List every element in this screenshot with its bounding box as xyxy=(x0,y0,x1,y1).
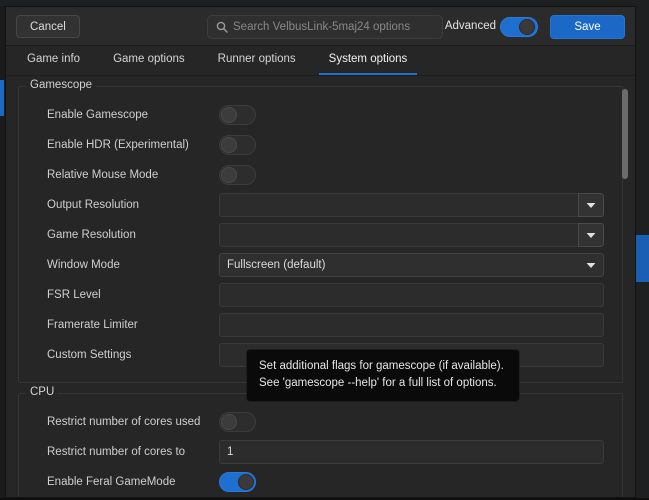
options-scroll-area[interactable]: Gamescope Enable Gamescope Enable HDR (E… xyxy=(6,76,635,497)
output-resolution-dropdown-button[interactable] xyxy=(578,193,604,217)
row-window-mode: Window Mode Fullscreen (default) xyxy=(29,250,612,280)
desktop-left-accent xyxy=(0,80,4,116)
combo-window-mode[interactable]: Fullscreen (default) xyxy=(219,253,604,277)
control-restrict-cores-used xyxy=(219,412,612,432)
search-input[interactable] xyxy=(233,17,434,37)
fsr-level-input[interactable] xyxy=(219,283,604,307)
framerate-limiter-input[interactable] xyxy=(219,313,604,337)
chevron-down-icon xyxy=(586,196,596,214)
game-resolution-dropdown-button[interactable] xyxy=(578,223,604,247)
desktop-right-accent xyxy=(636,235,649,282)
control-relative-mouse-mode xyxy=(219,165,612,185)
label-window-mode: Window Mode xyxy=(47,259,120,271)
toggle-restrict-cores-used[interactable] xyxy=(219,412,256,432)
toggle-knob xyxy=(221,167,237,183)
row-output-resolution: Output Resolution xyxy=(29,190,612,220)
dialog-header-bar: Cancel Advanced Save xyxy=(6,7,635,46)
save-button[interactable]: Save xyxy=(550,15,625,39)
row-enable-gamescope: Enable Gamescope xyxy=(29,100,612,130)
label-restrict-cores-used: Restrict number of cores used xyxy=(47,416,201,428)
advanced-label: Advanced xyxy=(444,20,496,32)
row-restrict-cores-to: Restrict number of cores to xyxy=(29,437,612,467)
toggle-knob xyxy=(238,474,254,490)
advanced-toggle-knob xyxy=(519,19,535,35)
label-relative-mouse-mode: Relative Mouse Mode xyxy=(47,169,159,181)
options-content: Gamescope Enable Gamescope Enable HDR (E… xyxy=(6,79,635,497)
toggle-enable-gamescope[interactable] xyxy=(219,105,256,125)
control-framerate-limiter xyxy=(219,313,612,337)
tab-runner-options[interactable]: Runner options xyxy=(208,46,306,75)
control-custom-settings xyxy=(219,343,612,367)
output-resolution-input[interactable] xyxy=(219,193,578,217)
tab-game-info[interactable]: Game info xyxy=(17,46,90,75)
section-gamescope: Gamescope Enable Gamescope Enable HDR (E… xyxy=(18,79,623,383)
row-restrict-cores-used: Restrict number of cores used xyxy=(29,407,612,437)
tab-game-options[interactable]: Game options xyxy=(103,46,195,75)
row-enable-feral-gamemode: Enable Feral GameMode xyxy=(29,467,612,497)
section-gamescope-title: Gamescope xyxy=(26,79,97,91)
control-fsr-level xyxy=(219,283,612,307)
control-window-mode: Fullscreen (default) xyxy=(219,253,612,277)
custom-settings-input[interactable] xyxy=(219,343,604,367)
toggle-enable-hdr[interactable] xyxy=(219,135,256,155)
combo-output-resolution[interactable] xyxy=(219,193,604,217)
search-box[interactable] xyxy=(207,15,443,39)
toggle-enable-feral-gamemode[interactable] xyxy=(219,472,256,492)
label-framerate-limiter: Framerate Limiter xyxy=(47,319,138,331)
control-game-resolution xyxy=(219,223,612,247)
toggle-relative-mouse-mode[interactable] xyxy=(219,165,256,185)
search-icon xyxy=(216,21,228,33)
tab-bar: Game info Game options Runner options Sy… xyxy=(6,46,635,76)
vertical-scrollbar-track[interactable] xyxy=(622,76,632,497)
row-game-resolution: Game Resolution xyxy=(29,220,612,250)
control-enable-hdr xyxy=(219,135,612,155)
advanced-toggle[interactable] xyxy=(500,17,538,37)
chevron-down-icon xyxy=(586,226,596,244)
cancel-button[interactable]: Cancel xyxy=(16,15,80,38)
label-custom-settings: Custom Settings xyxy=(47,349,132,361)
label-fsr-level: FSR Level xyxy=(47,289,101,301)
toggle-knob xyxy=(221,414,237,430)
vertical-scrollbar-thumb[interactable] xyxy=(622,89,628,179)
control-enable-gamescope xyxy=(219,105,612,125)
control-restrict-cores-to xyxy=(219,440,612,464)
row-fsr-level: FSR Level xyxy=(29,280,612,310)
row-custom-settings: Custom Settings xyxy=(29,340,612,370)
row-enable-hdr: Enable HDR (Experimental) xyxy=(29,130,612,160)
tab-system-options[interactable]: System options xyxy=(318,46,418,75)
screen-root: Cancel Advanced Save Game info Game opti… xyxy=(0,0,649,500)
control-output-resolution xyxy=(219,193,612,217)
chevron-down-icon xyxy=(586,262,596,269)
control-enable-feral-gamemode xyxy=(219,472,612,492)
combo-game-resolution[interactable] xyxy=(219,223,604,247)
section-cpu: CPU Restrict number of cores used Restri… xyxy=(18,386,623,497)
label-restrict-cores-to: Restrict number of cores to xyxy=(47,446,186,458)
label-output-resolution: Output Resolution xyxy=(47,199,140,211)
section-cpu-title: CPU xyxy=(26,386,59,398)
restrict-cores-to-input[interactable] xyxy=(219,440,604,464)
toggle-knob xyxy=(221,107,237,123)
label-enable-hdr: Enable HDR (Experimental) xyxy=(47,139,189,151)
label-game-resolution: Game Resolution xyxy=(47,229,136,241)
row-relative-mouse-mode: Relative Mouse Mode xyxy=(29,160,612,190)
row-framerate-limiter: Framerate Limiter xyxy=(29,310,612,340)
game-resolution-input[interactable] xyxy=(219,223,578,247)
toggle-knob xyxy=(221,137,237,153)
label-enable-gamescope: Enable Gamescope xyxy=(47,109,149,121)
window-mode-value: Fullscreen (default) xyxy=(227,259,326,271)
label-enable-feral-gamemode: Enable Feral GameMode xyxy=(47,476,176,488)
options-dialog: Cancel Advanced Save Game info Game opti… xyxy=(5,6,636,498)
